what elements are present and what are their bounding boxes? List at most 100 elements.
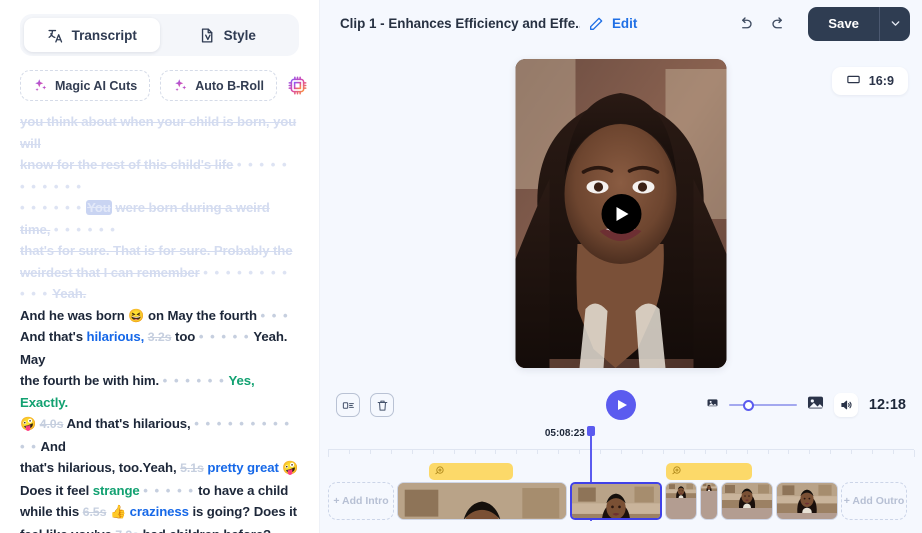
- pencil-icon[interactable]: [588, 16, 604, 32]
- transcript-line[interactable]: know for the rest of this child's life •…: [20, 154, 299, 197]
- transcript-token[interactable]: the fourth be with him.: [20, 373, 159, 388]
- transcript-token[interactable]: • • • • •: [199, 329, 250, 344]
- trash-icon[interactable]: [370, 393, 394, 417]
- video-preview[interactable]: [515, 59, 727, 368]
- ruler-tick: [851, 450, 853, 454]
- sparkle-icon: [33, 78, 48, 93]
- transcript-token[interactable]: 😆: [128, 308, 144, 323]
- transcript-token[interactable]: hilarious,: [87, 329, 145, 344]
- transcript-token[interactable]: had children before?: [143, 527, 272, 533]
- b-roll-segment[interactable]: [666, 463, 752, 480]
- clip-thumbnail: [722, 483, 772, 508]
- transcript-line[interactable]: And that's hilarious, 3.2s too • • • • •…: [20, 326, 299, 370]
- transcript-token[interactable]: And that's hilarious,: [66, 416, 190, 431]
- transcript-token[interactable]: that's hilarious, too.Yeah,: [20, 460, 177, 475]
- transcript-token[interactable]: And he was born: [20, 308, 125, 323]
- transcript-line[interactable]: 🤪 4.0s And that's hilarious, • • • • • •…: [20, 413, 299, 457]
- transcript-token[interactable]: to have a child: [198, 483, 288, 498]
- transcript-token[interactable]: craziness: [130, 504, 189, 519]
- image-large-icon[interactable]: [806, 393, 825, 417]
- image-small-icon[interactable]: [705, 395, 720, 415]
- transcript-line[interactable]: that's for sure. That is for sure. Proba…: [20, 240, 299, 262]
- magic-ai-cuts-button[interactable]: Magic AI Cuts: [20, 70, 151, 101]
- transcript-line[interactable]: • • • • • • You were born during a weird…: [20, 197, 299, 240]
- play-icon[interactable]: [601, 193, 641, 234]
- transcript-token[interactable]: feel like you've: [20, 527, 112, 533]
- ruler-tick: [893, 450, 895, 454]
- transcript-token[interactable]: too: [175, 329, 195, 344]
- zoom-slider-knob[interactable]: [742, 399, 754, 411]
- ruler-tick: [537, 450, 539, 454]
- timeline-clip[interactable]: [665, 482, 697, 520]
- transcript-token[interactable]: on May the fourth: [148, 308, 257, 323]
- transcript-token[interactable]: • • • • • •: [163, 373, 226, 388]
- play-triangle: [616, 206, 629, 221]
- transcript-token[interactable]: Does it feel: [20, 483, 89, 498]
- transcript-token[interactable]: know for the rest of this child's life: [20, 157, 233, 172]
- transcript-line[interactable]: weirdest that I can remember • • • • • •…: [20, 262, 299, 305]
- timeline-clip[interactable]: [397, 482, 567, 520]
- tab-transcript-label: Transcript: [71, 27, 137, 43]
- transcript-token[interactable]: is going? Does it: [192, 504, 297, 519]
- transcript-token[interactable]: that's for sure. That is for sure. Proba…: [20, 243, 293, 258]
- transcript-token[interactable]: You: [86, 200, 112, 215]
- transcript-token[interactable]: pretty great: [207, 460, 278, 475]
- transcript-token[interactable]: 6.5s: [83, 505, 107, 519]
- play-triangle: [617, 400, 627, 410]
- auto-b-roll-button[interactable]: Auto B-Roll: [160, 70, 277, 101]
- transcript-line[interactable]: the fourth be with him. • • • • • • Yes,…: [20, 370, 299, 413]
- undo-icon[interactable]: [732, 11, 758, 37]
- transcript-token[interactable]: 🤪: [282, 460, 298, 475]
- save-button[interactable]: Save: [808, 7, 879, 41]
- transcript-token[interactable]: strange: [93, 483, 140, 498]
- transcript-token[interactable]: • • • • • •: [54, 222, 117, 237]
- tab-style-label: Style: [223, 27, 256, 43]
- transcript-line[interactable]: And he was born 😆 on May the fourth • • …: [20, 305, 299, 327]
- transcript-token[interactable]: you think about when your child is born,…: [20, 114, 296, 151]
- transcript-token[interactable]: And: [40, 439, 65, 454]
- transcript-token[interactable]: 7.3s: [115, 528, 139, 533]
- edit-link[interactable]: Edit: [612, 16, 637, 31]
- transcript-token[interactable]: Yeah.: [52, 286, 86, 301]
- timeline-clip-selected[interactable]: [570, 482, 662, 520]
- transcript-token[interactable]: 3.2s: [148, 330, 172, 344]
- transcript-token[interactable]: • • • • • •: [20, 200, 83, 215]
- transcript-line[interactable]: while this 6.5s 👍 craziness is going? Do…: [20, 501, 299, 524]
- tab-style[interactable]: Style: [160, 18, 296, 52]
- transcript-token[interactable]: 🤪: [20, 416, 36, 431]
- transcript-token[interactable]: 👍: [110, 504, 126, 519]
- playhead-time-label: 05:08:23: [544, 428, 585, 439]
- transcript-token[interactable]: 5.1s: [180, 461, 204, 475]
- playhead-handle[interactable]: [586, 426, 595, 436]
- add-outro-button[interactable]: + Add Outro: [841, 482, 907, 520]
- split-clip-icon[interactable]: [336, 393, 360, 417]
- sparkle-icon: [173, 78, 188, 93]
- timeline[interactable]: 05:08:23 + Add Intro + Add Outro: [320, 425, 922, 533]
- aspect-ratio-badge[interactable]: 16:9: [831, 67, 908, 95]
- transcript-line[interactable]: Does it feel strange • • • • • to have a…: [20, 480, 299, 502]
- ruler-tick: [788, 450, 790, 454]
- b-roll-segment[interactable]: [429, 463, 514, 480]
- transcript-token[interactable]: • • • • •: [143, 483, 194, 498]
- transcript-token[interactable]: while this: [20, 504, 79, 519]
- zoom-slider[interactable]: [728, 398, 797, 412]
- transcript-token[interactable]: And that's: [20, 329, 83, 344]
- transcript-line[interactable]: you think about when your child is born,…: [20, 111, 299, 154]
- transcript-panel[interactable]: you think about when your child is born,…: [0, 111, 319, 533]
- timeline-clip[interactable]: [776, 482, 838, 520]
- chevron-down-icon[interactable]: [879, 6, 910, 41]
- tab-transcript[interactable]: Transcript: [24, 18, 160, 52]
- timeline-clip[interactable]: [700, 482, 718, 520]
- transcript-token[interactable]: 4.0s: [40, 417, 64, 431]
- transcript-token[interactable]: weirdest that I can remember: [20, 265, 200, 280]
- speaker-icon[interactable]: [833, 393, 858, 417]
- add-intro-button[interactable]: + Add Intro: [328, 482, 394, 520]
- play-button[interactable]: [606, 390, 636, 420]
- ai-chip-icon[interactable]: [287, 73, 308, 99]
- preview-stage: 16:9: [320, 47, 922, 385]
- timeline-clip[interactable]: [721, 482, 773, 520]
- transcript-line[interactable]: feel like you've 7.3s had children befor…: [20, 524, 299, 533]
- redo-icon[interactable]: [766, 11, 792, 37]
- transcript-line[interactable]: that's hilarious, too.Yeah, 5.1s pretty …: [20, 457, 299, 480]
- transcript-token[interactable]: • • •: [261, 308, 290, 323]
